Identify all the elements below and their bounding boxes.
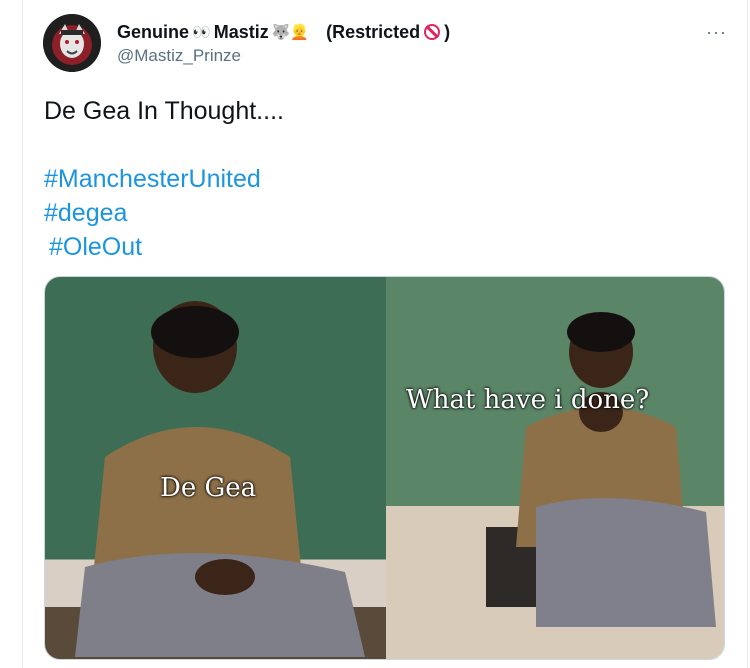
eyes-emoji-icon: 👀 [192,24,211,41]
prohibited-icon [424,24,441,40]
display-name-part-1: Genuine [117,21,190,42]
hashtag-manchester-united[interactable]: #ManchesterUnited [44,162,261,196]
hashtag-oleout[interactable]: #OleOut [44,230,261,264]
hashtag-list: #ManchesterUnited #degea #OleOut [44,162,261,264]
tweet-text: De Gea In Thought.... [44,97,284,125]
user-handle[interactable]: @Mastiz_Prinze [117,46,241,66]
sitting-boy-image-right [486,312,716,627]
tweet-card[interactable]: Genuine 👀 Mastiz 🐺👱 (Restricted ) @Masti… [22,0,748,668]
sitting-boy-image-left [45,301,386,659]
more-options-icon[interactable]: ··· [706,22,727,43]
meme-panel-right: What have i done? [386,277,724,659]
meme-caption-right: What have i done? [406,385,650,415]
wolf-avatar-icon [43,14,101,72]
display-name[interactable]: Genuine 👀 Mastiz 🐺👱 (Restricted ) [117,20,450,44]
meme-panel-left: De Gea [45,277,386,659]
tweet-media[interactable]: De Gea What have i done? [44,276,725,660]
restricted-close: ) [444,21,451,42]
meme-caption-left: De Gea [160,473,257,503]
wolf-person-emoji-icon: 🐺👱 [271,24,310,41]
display-name-part-2: Mastiz [213,21,269,42]
avatar[interactable] [43,14,101,72]
hashtag-degea[interactable]: #degea [44,196,261,230]
restricted-label: (Restricted [326,21,421,42]
